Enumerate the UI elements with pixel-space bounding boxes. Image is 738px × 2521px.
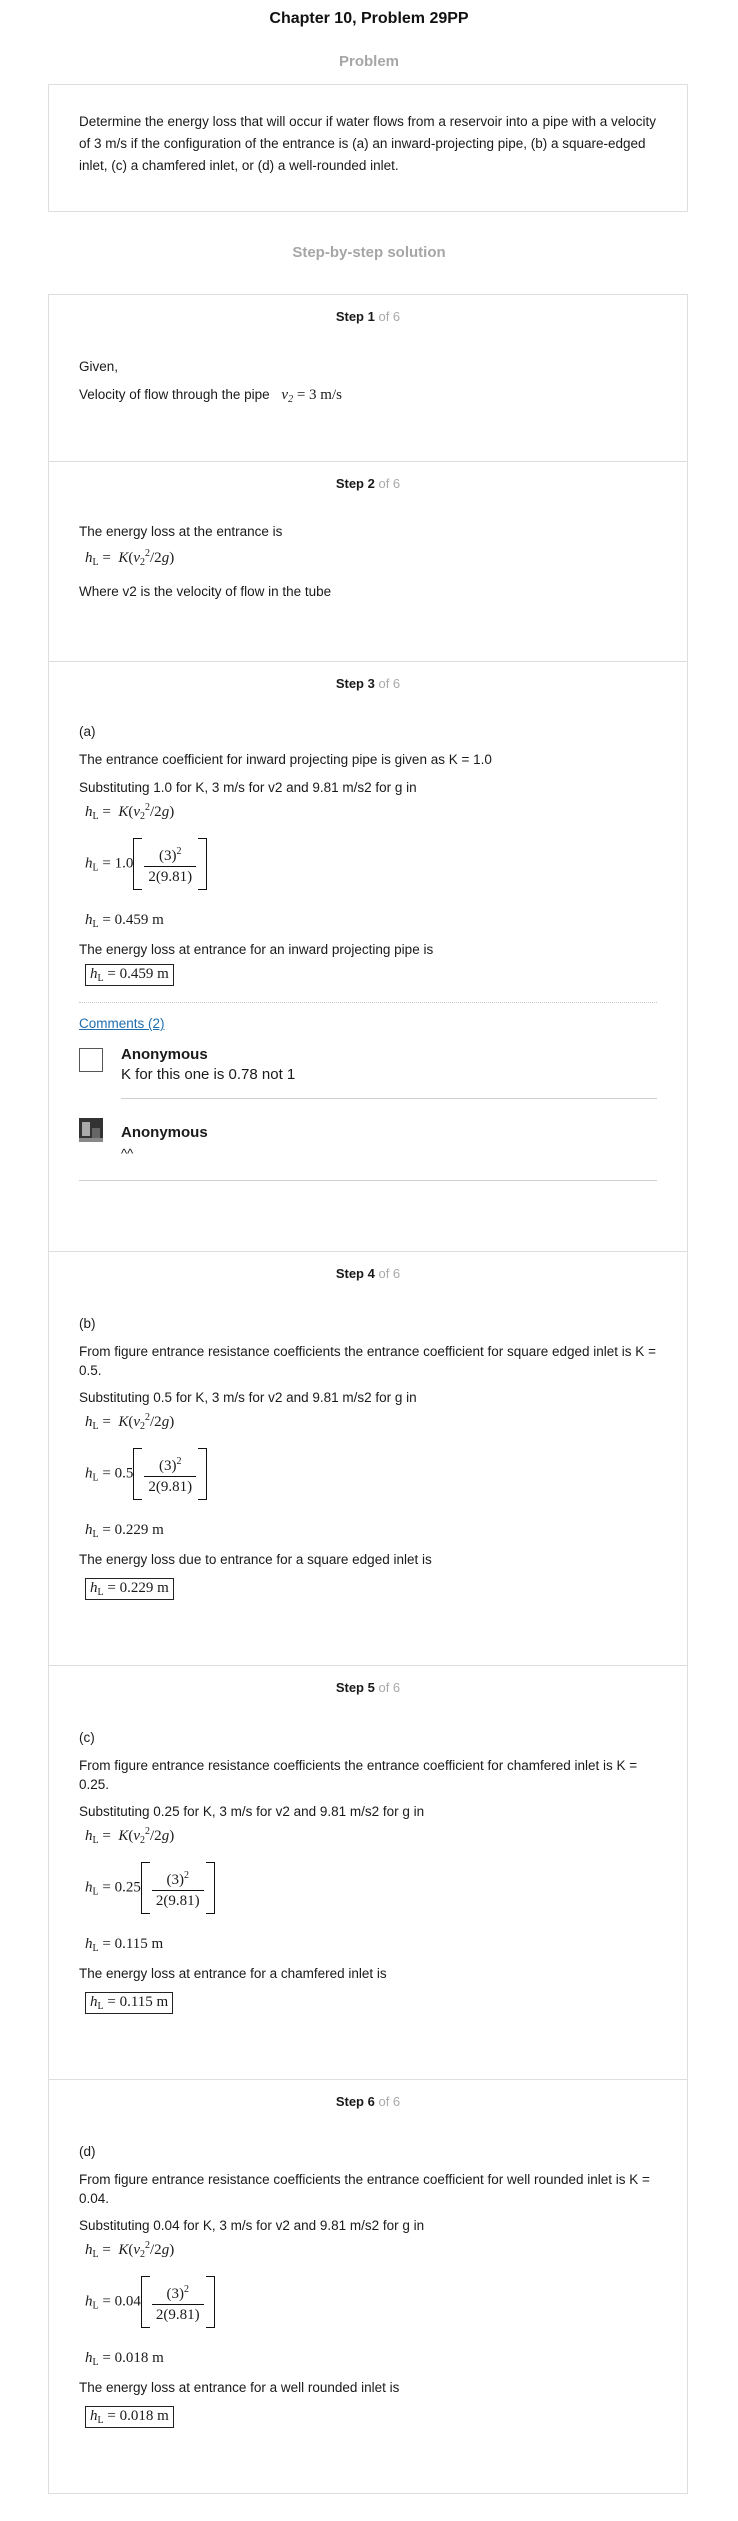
step-2-title: Step 2 of 6 [79,476,657,496]
general-equation: hL = K(v22/2g) [85,802,175,822]
comment-divider [121,1098,657,1099]
step-5-title: Step 5 of 6 [79,1680,657,1700]
conclusion-text: The energy loss due to entrance for a sq… [79,1552,432,1567]
comment-checkbox[interactable] [79,1048,103,1072]
step-label: Step 3 [335,676,375,691]
part-label: (b) [79,1316,96,1331]
v-rest: = 3 m/s [293,387,342,403]
coefficient-text: From figure entrance resistance coeffici… [79,2172,650,2206]
step-4: Step 4 of 6 (b) From figure entrance res… [49,1251,687,1665]
comments-link[interactable]: Comments (2) [79,1016,165,1031]
substituted-equation: hL = 0.5 (3)2 2(9.81) [85,1448,208,1500]
comment-2-author: Anonymous [121,1124,208,1141]
denominator: 2(9.81) [155,1892,200,1909]
general-equation: hL = K(v22/2g) [85,1826,175,1846]
result-value: 0.018 m [114,2350,164,2366]
substituted-equation: hL = 0.04 (3)2 2(9.81) [85,2276,215,2328]
step-of-total: of 6 [378,309,401,324]
velocity-line: Velocity of flow through the pipe v2 = 3… [79,385,657,409]
step-of-total: of 6 [378,1266,401,1281]
result-value: 0.115 m [114,1936,164,1952]
part-label: (d) [79,2144,96,2159]
velocity-equation: v2 = 3 m/s [281,387,342,405]
result-equation: hL = 0.459 m [85,912,164,930]
k-value: 0.25 [114,1879,141,1896]
coefficient-text: The entrance coefficient for inward proj… [79,752,492,767]
result-equation: hL = 0.115 m [85,1936,164,1954]
step-1: Step 1 of 6 Given, Velocity of flow thro… [49,295,687,461]
denominator: 2(9.81) [148,1478,193,1495]
solution-heading: Step-by-step solution [292,244,446,261]
step-5: Step 5 of 6 (c) From figure entrance res… [49,1665,687,2079]
comment-bottom-divider [79,1180,657,1181]
step-label: Step 4 [335,1266,375,1281]
result-equation: hL = 0.229 m [85,1522,164,1540]
conclusion-text: The energy loss at entrance for a well r… [79,2380,400,2395]
comment-1-text: K for this one is 0.78 not 1 [121,1066,296,1083]
boxed-result: hL = 0.018 m [85,2406,174,2428]
substitution-text: Substituting 0.5 for K, 3 m/s for v2 and… [79,1390,417,1405]
k-value: 0.5 [114,1465,134,1482]
step-4-title: Step 4 of 6 [79,1266,657,1286]
k-symbol: K [118,550,129,566]
velocity-label: Velocity of flow through the pipe [79,387,270,402]
boxed-result: hL = 0.229 m [85,1578,174,1600]
avatar [79,1118,103,1142]
where-text: Where v2 is the velocity of flow in the … [79,584,332,599]
result-value: 0.459 m [114,912,164,928]
substituted-equation: hL = 0.25 (3)2 2(9.81) [85,1862,215,1914]
substitution-text: Substituting 1.0 for K, 3 m/s for v2 and… [79,780,417,795]
comment-2-text: ^^ [121,1146,134,1161]
boxed-result: hL = 0.459 m [85,964,174,986]
step-of-total: of 6 [378,1680,401,1695]
step-3-title: Step 3 of 6 [79,676,657,696]
step-of-total: of 6 [378,2094,401,2109]
substitution-text: Substituting 0.25 for K, 3 m/s for v2 an… [79,1804,425,1819]
energy-loss-intro: The energy loss at the entrance is [79,524,283,539]
problem-heading: Problem [338,53,399,70]
conclusion-text: The energy loss at entrance for an inwar… [79,942,434,957]
solution-card: Step 1 of 6 Given, Velocity of flow thro… [48,294,688,2494]
comments-divider [79,1002,657,1003]
denominator: 2(9.81) [148,868,193,885]
boxed-result-value: 0.459 m [119,966,169,982]
problem-card: Determine the energy loss that will occu… [48,84,688,212]
k-value: 1.0 [114,855,134,872]
general-equation: hL = K(v22/2g) [85,1412,175,1432]
boxed-result-value: 0.018 m [119,2408,169,2424]
step-label: Step 5 [335,1680,375,1695]
part-label: (c) [79,1730,95,1745]
h-symbol: h [85,550,93,566]
step-3: Step 3 of 6 (a) The entrance coefficient… [49,661,687,1251]
conclusion-text: The energy loss at entrance for a chamfe… [79,1966,387,1981]
coefficient-text: From figure entrance resistance coeffici… [79,1758,638,1792]
step-label: Step 1 [335,309,375,324]
boxed-result-value: 0.229 m [119,1580,169,1596]
step-6-title: Step 6 of 6 [79,2094,657,2114]
comment-1-author: Anonymous [121,1046,208,1063]
h-sub: L [92,557,99,568]
step-of-total: of 6 [378,676,401,691]
step-1-title: Step 1 of 6 [79,309,657,329]
result-value: 0.229 m [114,1522,164,1538]
step-of-total: of 6 [378,476,401,491]
part-label: (a) [79,724,96,739]
substituted-equation: hL = 1.0 (3)2 2(9.81) [85,838,208,890]
coefficient-text: From figure entrance resistance coeffici… [79,1344,656,1378]
boxed-result: hL = 0.115 m [85,1992,174,2014]
result-equation: hL = 0.018 m [85,2350,164,2368]
step-2: Step 2 of 6 The energy loss at the entra… [49,461,687,661]
boxed-result-value: 0.115 m [119,1994,169,2010]
problem-text: Determine the energy loss that will occu… [79,114,656,173]
energy-loss-equation: hL = K(v22/2g) [85,548,175,568]
denominator: 2(9.81) [155,2306,200,2323]
k-value: 0.04 [114,2293,141,2310]
step-6: Step 6 of 6 (d) From figure entrance res… [49,2079,687,2493]
given-text: Given, [79,359,119,374]
page-title: Chapter 10, Problem 29PP [269,10,469,27]
step-label: Step 2 [335,476,375,491]
step-label: Step 6 [335,2094,375,2109]
substitution-text: Substituting 0.04 for K, 3 m/s for v2 an… [79,2218,425,2233]
general-equation: hL = K(v22/2g) [85,2240,175,2260]
